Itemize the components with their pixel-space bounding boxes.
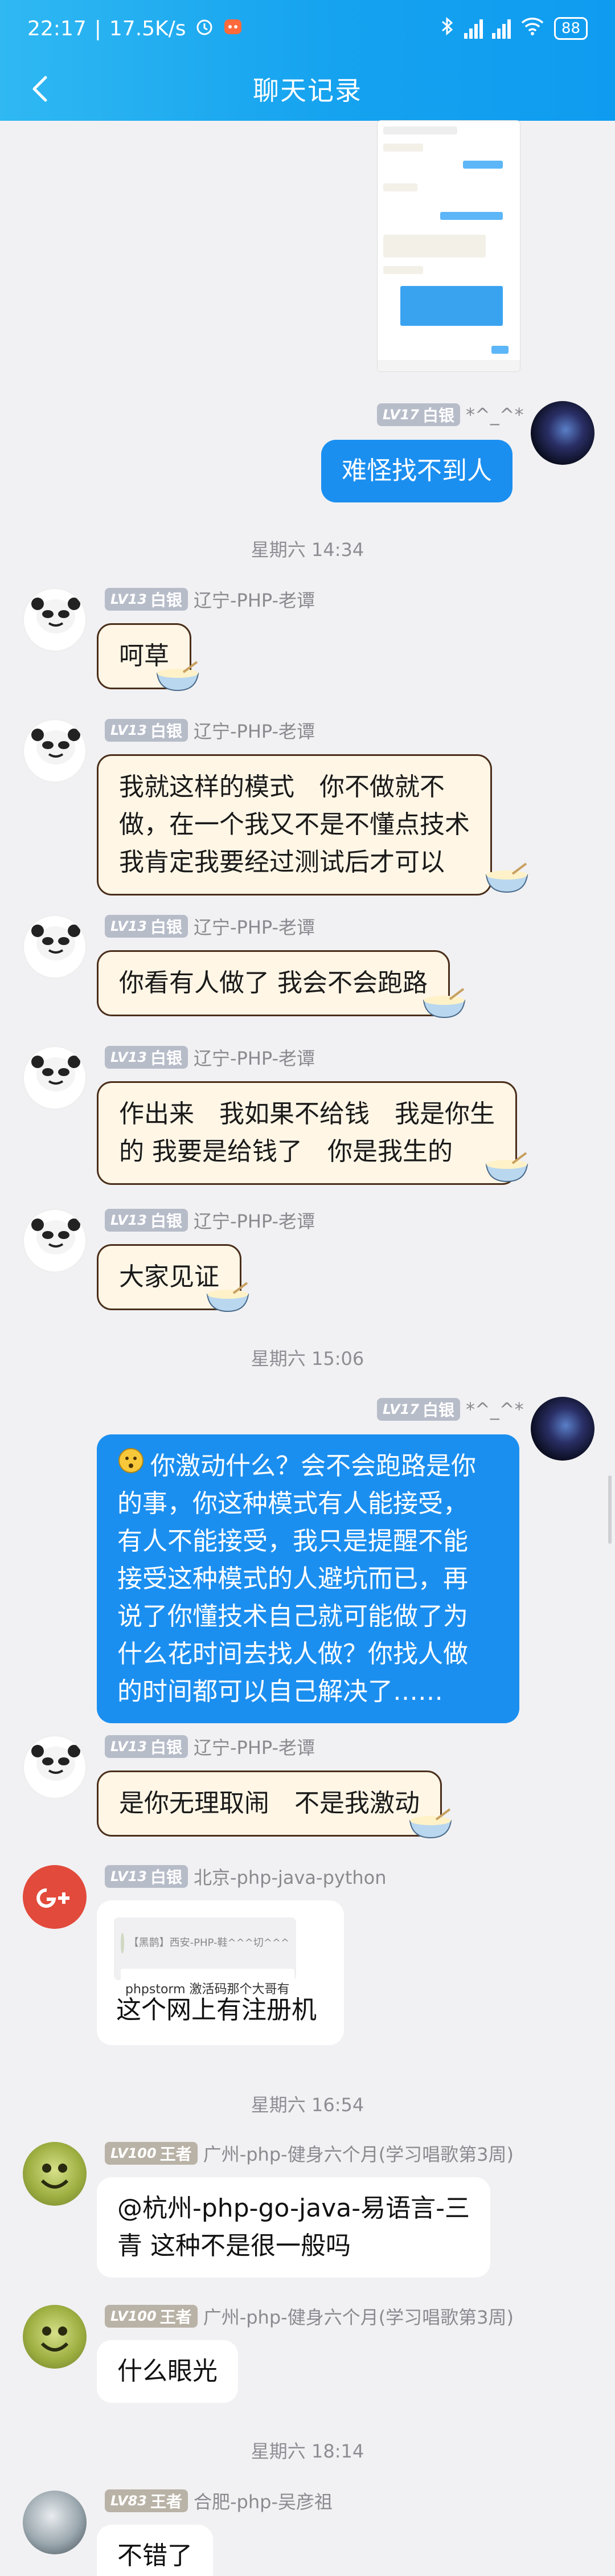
- timestamp: 星期六 15:06: [251, 1348, 364, 1369]
- avatar[interactable]: [23, 2491, 87, 2554]
- level-badge: LV83 王者: [105, 2489, 188, 2512]
- sender-name: 广州-php-健身六个月(学习唱歌第3周): [203, 2144, 514, 2165]
- avatar[interactable]: [23, 1209, 87, 1273]
- back-button[interactable]: [23, 72, 57, 106]
- message-bubble[interactable]: @杭州-php-go-java-易语言-三 青 这种不是很一般吗: [97, 2177, 490, 2277]
- signal-icon: [464, 18, 483, 39]
- timestamp: 星期六 16:54: [251, 2094, 364, 2116]
- message-bubble[interactable]: 是你无理取闹 不是我激动: [97, 1771, 442, 1837]
- level-badge: LV13 白银: [105, 1209, 188, 1232]
- message-header: LV13 白银 辽宁-PHP-老谭: [105, 1208, 315, 1233]
- message-bubble[interactable]: 不错了: [97, 2525, 213, 2576]
- bubble-decoration-icon: [206, 1282, 249, 1312]
- message-header: LV13 白银 北京-php-java-python: [105, 1864, 387, 1889]
- level-badge: LV13 白银: [105, 719, 188, 742]
- bubble-decoration-icon: [409, 1808, 452, 1839]
- bubble-decoration-icon: [485, 862, 528, 893]
- sender-name: 合肥-php-吴彦祖: [193, 2491, 333, 2513]
- message-header: LV100 王者 广州-php-健身六个月(学习唱歌第3周): [105, 2304, 514, 2329]
- message-bubble[interactable]: 什么眼光: [97, 2340, 238, 2403]
- quoted-message[interactable]: 【黑鹊】西安-PHP-鞋^^^切^^^ phpstorm 激活码那个大哥有: [114, 1917, 296, 2011]
- sender-name: 广州-php-健身六个月(学习唱歌第3周): [203, 2307, 514, 2328]
- timestamp: 星期六 18:14: [251, 2440, 364, 2462]
- message-header: LV13 白银 辽宁-PHP-老谭: [105, 718, 315, 743]
- avatar[interactable]: [23, 1865, 87, 1929]
- avatar[interactable]: [23, 2305, 87, 2369]
- bubble-decoration-icon: [423, 988, 466, 1019]
- message-header: LV17 白银 *^_^*: [377, 402, 524, 427]
- avatar[interactable]: [23, 1046, 87, 1110]
- sender-name: 辽宁-PHP-老谭: [193, 1737, 315, 1759]
- alarm-icon: [194, 16, 215, 42]
- level-badge: LV17 白银: [377, 1398, 460, 1421]
- message-header: LV13 白银 辽宁-PHP-老谭: [105, 1045, 315, 1070]
- sender-name: 辽宁-PHP-老谭: [193, 1048, 315, 1069]
- message-header: LV13 白银 辽宁-PHP-老谭: [105, 587, 315, 612]
- sender-name: 辽宁-PHP-老谭: [193, 590, 315, 611]
- avatar[interactable]: [23, 719, 87, 783]
- message-bubble[interactable]: 作出来 我如果不给钱 我是你生 的 我要是给钱了 你是我生的: [97, 1081, 517, 1185]
- status-bar: 22:17 | 17.5K/s 88: [0, 0, 615, 57]
- status-time: 22:17: [27, 17, 87, 40]
- bubble-decoration-icon: [485, 1152, 528, 1183]
- battery-indicator: 88: [554, 17, 588, 40]
- message-header: LV17 白银 *^_^*: [377, 1397, 524, 1422]
- avatar[interactable]: [531, 1397, 594, 1461]
- app-bar: 聊天记录: [0, 57, 615, 121]
- level-badge: LV13 白银: [105, 588, 188, 611]
- chat-image[interactable]: [378, 121, 520, 371]
- chevron-left-icon: [32, 76, 47, 102]
- avatar[interactable]: [23, 1735, 87, 1799]
- level-badge: LV13 白银: [105, 915, 188, 938]
- message-bubble[interactable]: 你看有人做了 我会不会跑路: [97, 950, 450, 1016]
- wifi-icon: [520, 16, 545, 41]
- emoji-icon: [117, 1447, 145, 1485]
- level-badge: LV13 白银: [105, 1046, 188, 1069]
- level-badge: LV13 白银: [105, 1735, 188, 1758]
- sender-name: 辽宁-PHP-老谭: [193, 1211, 315, 1232]
- level-badge: LV100 王者: [105, 2305, 198, 2328]
- chat-history[interactable]: LV17 白银 *^_^* 难怪找不到人 星期六 14:34 LV13 白银 辽宁-…: [0, 121, 615, 2576]
- message-header: LV100 王者 广州-php-健身六个月(学习唱歌第3周): [105, 2141, 514, 2166]
- level-badge: LV13 白银: [105, 1865, 188, 1888]
- avatar[interactable]: [23, 588, 87, 652]
- bluetooth-icon: [440, 16, 455, 41]
- message-header: LV13 白银 辽宁-PHP-老谭: [105, 1734, 315, 1759]
- avatar[interactable]: [23, 915, 87, 979]
- message-bubble[interactable]: 难怪找不到人: [321, 440, 512, 502]
- message-bubble[interactable]: 【黑鹊】西安-PHP-鞋^^^切^^^ phpstorm 激活码那个大哥有 这个…: [97, 1900, 344, 2045]
- message-bubble[interactable]: 你激动什么？会不会跑路是你 的事，你这种模式有人能接受， 有人不能接受，我只是提…: [97, 1434, 519, 1723]
- sender-name: *^_^*: [465, 404, 524, 426]
- app-notification-icon: [223, 16, 243, 42]
- google-plus-icon: [36, 1888, 69, 1908]
- level-badge: LV17 白银: [377, 403, 460, 426]
- level-badge: LV100 王者: [105, 2142, 198, 2165]
- sender-name: 辽宁-PHP-老谭: [193, 721, 315, 742]
- top-bar: 22:17 | 17.5K/s 88 聊天记录: [0, 0, 615, 121]
- message-bubble[interactable]: 我就这样的模式 你不做就不 做，在一个我又不是不懂点技术 我肯定我要经过测试后才…: [97, 754, 492, 896]
- sender-name: 辽宁-PHP-老谭: [193, 917, 315, 938]
- page-title: 聊天记录: [253, 75, 362, 106]
- avatar[interactable]: [531, 401, 594, 465]
- message-header: LV13 白银 辽宁-PHP-老谭: [105, 914, 315, 939]
- sender-name: 北京-php-java-python: [193, 1867, 387, 1888]
- avatar[interactable]: [23, 2142, 87, 2206]
- timestamp: 星期六 14:34: [251, 539, 364, 561]
- bubble-decoration-icon: [156, 661, 199, 692]
- message-header: LV83 王者 合肥-php-吴彦祖: [105, 2488, 333, 2513]
- scrollbar-thumb[interactable]: [608, 1475, 612, 1544]
- sender-name: *^_^*: [465, 1399, 524, 1420]
- avatar: [121, 1933, 124, 1953]
- status-network-speed: 17.5K/s: [109, 17, 186, 40]
- signal-icon: [491, 18, 511, 39]
